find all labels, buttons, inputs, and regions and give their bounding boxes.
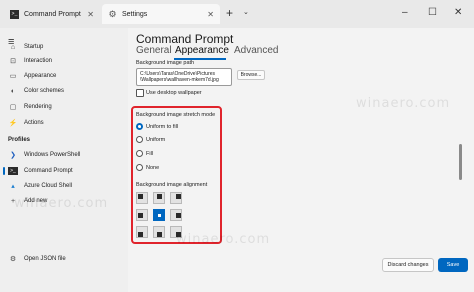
align-bottom-icon (157, 232, 162, 237)
bg-image-path-label: Background image path (136, 60, 195, 66)
tab-settings[interactable]: ⚙ Settings ✕ (102, 4, 220, 24)
align-left-button[interactable] (136, 209, 148, 221)
radio-uniform-to-fill[interactable] (136, 123, 143, 130)
radio-label-fill: Fill (146, 151, 154, 157)
align-top-button[interactable] (153, 192, 165, 204)
align-center-icon (157, 213, 162, 218)
open-json-file-link[interactable]: ⚙ Open JSON file (0, 252, 128, 266)
align-top-right-button[interactable] (170, 192, 182, 204)
radio-uniform[interactable] (136, 136, 143, 143)
startup-icon: ⌂ (10, 43, 16, 51)
watermark: winaero.com (176, 232, 271, 247)
sidebar-item-label: Azure Cloud Shell (24, 183, 73, 189)
use-desktop-wallpaper-label: Use desktop wallpaper (146, 90, 202, 96)
powershell-icon: ❯ (10, 152, 16, 159)
color-schemes-icon: ◐ (10, 87, 16, 95)
radio-label-uniform-to-fill: Uniform to fill (146, 124, 179, 130)
gear-icon: ⚙ (9, 256, 17, 263)
rendering-icon: ▢ (9, 104, 17, 111)
chevron-down-icon[interactable]: ⌄ (243, 8, 249, 16)
align-top-icon (157, 194, 162, 199)
radio-none[interactable] (136, 164, 143, 171)
page-title: Command Prompt (136, 32, 234, 46)
tab-label: Command Prompt (24, 10, 81, 18)
radio-label-uniform: Uniform (146, 137, 166, 143)
use-desktop-wallpaper-checkbox[interactable] (136, 89, 144, 97)
tab-general[interactable]: General (136, 45, 172, 56)
tab-command-prompt[interactable]: >_ Command Prompt ✕ (4, 4, 100, 24)
new-tab-button[interactable]: + (226, 6, 233, 20)
sidebar-item-label: Interaction (24, 58, 53, 64)
scrollbar-thumb[interactable] (459, 144, 462, 180)
sidebar-item-startup[interactable]: ⌂ Startup (0, 40, 128, 54)
align-bottom-button[interactable] (153, 226, 165, 238)
azure-icon: ▴ (11, 183, 15, 190)
tab-advanced[interactable]: Advanced (234, 45, 278, 56)
radio-fill[interactable] (136, 150, 143, 157)
sidebar-item-interaction[interactable]: ⊡ Interaction (0, 54, 128, 68)
title-bar: >_ Command Prompt ✕ ⚙ Settings ✕ + ⌄ – ☐… (0, 0, 474, 28)
sidebar-item-appearance[interactable]: ▭ Appearance (0, 69, 128, 83)
actions-icon: ⚡ (8, 120, 18, 127)
watermark: winaero.com (14, 196, 109, 211)
align-top-left-icon (138, 194, 143, 199)
sidebar-item-label: Windows PowerShell (24, 152, 81, 158)
sidebar-item-actions[interactable]: ⚡ Actions (0, 116, 128, 130)
bg-image-path-input[interactable]: C:\Users\Taras\OneDrive\Pictures \Wallpa… (136, 68, 232, 86)
sidebar-item-windows-powershell[interactable]: ❯ Windows PowerShell (0, 148, 128, 162)
close-tab-icon[interactable]: ✕ (87, 10, 94, 19)
interaction-icon: ⊡ (10, 58, 16, 65)
sidebar-item-label: Appearance (24, 73, 57, 79)
sidebar-item-rendering[interactable]: ▢ Rendering (0, 100, 128, 114)
tab-appearance[interactable]: Appearance (175, 45, 229, 56)
align-top-right-icon (176, 194, 181, 199)
sidebar-item-label: Command Prompt (24, 168, 73, 174)
settings-content: Command Prompt General Appearance Advanc… (128, 28, 474, 292)
sidebar-item-label: Color schemes (24, 88, 65, 94)
align-right-icon (176, 213, 181, 218)
alignment-label: Background image alignment (136, 182, 208, 188)
browse-button[interactable]: Browse... (237, 70, 265, 80)
align-center-button[interactable] (153, 209, 165, 221)
sidebar: ≡ ⌂ Startup ⊡ Interaction ▭ Appearance ◐… (0, 28, 128, 292)
align-right-button[interactable] (170, 209, 182, 221)
sidebar-item-label: Actions (24, 120, 44, 126)
open-json-label: Open JSON file (24, 256, 66, 262)
align-left-icon (138, 213, 143, 218)
sidebar-item-azure-cloud-shell[interactable]: ▴ Azure Cloud Shell (0, 179, 128, 193)
watermark: winaero.com (356, 96, 451, 111)
align-bottom-left-icon (138, 232, 143, 237)
maximize-icon[interactable]: ☐ (428, 7, 437, 18)
radio-label-none: None (146, 165, 160, 171)
stretch-mode-label: Background image stretch mode (136, 112, 216, 118)
tab-label: Settings (122, 10, 148, 18)
profiles-header: Profiles (8, 137, 31, 143)
sidebar-item-label: Startup (24, 44, 44, 50)
path-line-2: \Wallpapers\wallhaven-mkem7d.jpg (140, 77, 219, 83)
gear-icon: ⚙ (108, 8, 117, 19)
sidebar-item-color-schemes[interactable]: ◐ Color schemes (0, 84, 128, 98)
sidebar-item-command-prompt[interactable]: >_ Command Prompt (0, 164, 128, 178)
close-window-icon[interactable]: ✕ (454, 7, 462, 18)
sidebar-item-label: Rendering (24, 104, 52, 110)
align-top-left-button[interactable] (136, 192, 148, 204)
save-button[interactable]: Save (438, 258, 468, 272)
appearance-icon: ▭ (9, 73, 17, 80)
terminal-icon: >_ (10, 9, 19, 19)
minimize-icon[interactable]: – (402, 7, 408, 18)
align-bottom-left-button[interactable] (136, 226, 148, 238)
close-tab-icon[interactable]: ✕ (207, 10, 214, 19)
discard-changes-button[interactable]: Discard changes (382, 258, 434, 272)
terminal-icon: >_ (8, 167, 18, 175)
